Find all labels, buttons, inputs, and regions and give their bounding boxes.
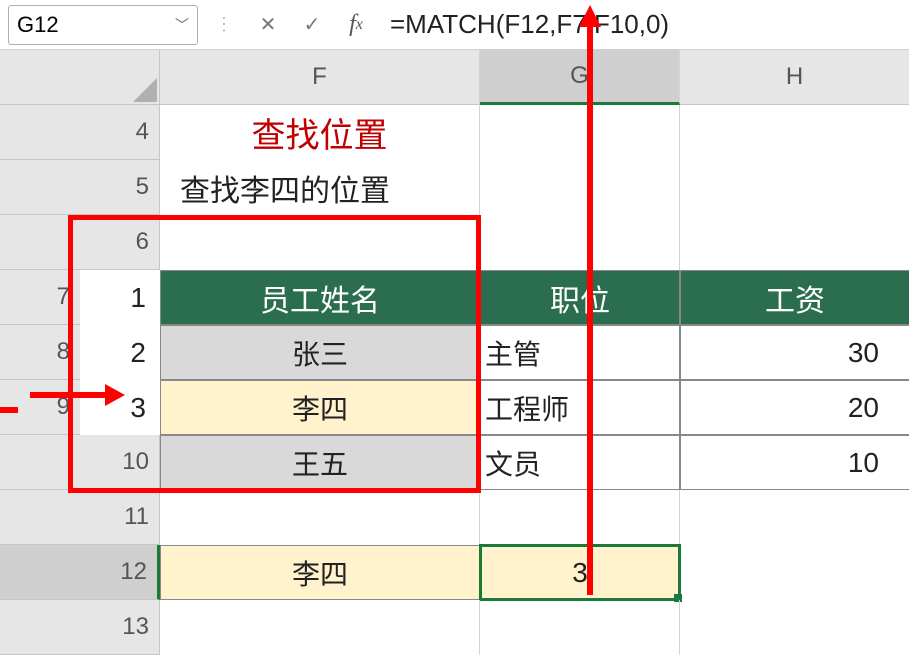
cell-H9[interactable]: 20 bbox=[680, 380, 909, 435]
cell-G9[interactable]: 工程师 bbox=[480, 380, 680, 435]
cell-H6[interactable] bbox=[680, 215, 909, 270]
cell-G13[interactable] bbox=[480, 600, 680, 655]
cell-F4[interactable]: 查找位置 bbox=[160, 105, 480, 160]
separator-icon: ⋮ bbox=[206, 7, 242, 43]
cell-F11[interactable] bbox=[160, 490, 480, 545]
col-header-H[interactable]: H bbox=[680, 50, 909, 105]
name-box[interactable]: G12 ﹀ bbox=[8, 5, 198, 45]
cell-H5[interactable] bbox=[680, 160, 909, 215]
aux-num-9[interactable]: 3 bbox=[80, 380, 160, 435]
row-header-13[interactable]: 13 bbox=[0, 600, 160, 655]
cell-F6[interactable] bbox=[160, 215, 480, 270]
row-header-11[interactable]: 11 bbox=[0, 490, 160, 545]
spreadsheet-grid[interactable]: F G H 4 查找位置 5 查找李四的位置 6 7 1 员工姓名 职位 工资 … bbox=[0, 50, 909, 655]
fx-icon[interactable]: fx bbox=[338, 7, 374, 43]
cell-G4[interactable] bbox=[480, 105, 680, 160]
row-header-7[interactable]: 7 bbox=[0, 270, 80, 325]
corner-triangle-icon bbox=[133, 78, 157, 102]
row-header-4[interactable]: 4 bbox=[0, 105, 160, 160]
cell-F5[interactable]: 查找李四的位置 bbox=[160, 160, 480, 215]
cell-H13[interactable] bbox=[680, 600, 909, 655]
header-position[interactable]: 职位 bbox=[480, 270, 680, 325]
col-header-G[interactable]: G bbox=[480, 50, 680, 105]
confirm-formula-icon[interactable]: ✓ bbox=[294, 7, 330, 43]
cell-G5[interactable] bbox=[480, 160, 680, 215]
aux-num-8[interactable]: 2 bbox=[80, 325, 160, 380]
row-header-12[interactable]: 12 bbox=[0, 545, 160, 600]
cell-G6[interactable] bbox=[480, 215, 680, 270]
subtitle: 查找李四的位置 bbox=[180, 166, 390, 210]
row-header-5[interactable]: 5 bbox=[0, 160, 160, 215]
cell-H11[interactable] bbox=[680, 490, 909, 545]
cell-ref: G12 bbox=[17, 12, 59, 38]
header-salary[interactable]: 工资 bbox=[680, 270, 909, 325]
cell-H10[interactable]: 10 bbox=[680, 435, 909, 490]
row-header-10[interactable]: 10 bbox=[0, 435, 160, 490]
formula-bar: G12 ﹀ ⋮ ✕ ✓ fx bbox=[0, 0, 909, 50]
cell-G8[interactable]: 主管 bbox=[480, 325, 680, 380]
cell-G12[interactable]: 3 bbox=[480, 545, 680, 600]
cell-H12[interactable] bbox=[680, 545, 909, 600]
cell-F8[interactable]: 张三 bbox=[160, 325, 480, 380]
row-header-8[interactable]: 8 bbox=[0, 325, 80, 380]
cell-G10[interactable]: 文员 bbox=[480, 435, 680, 490]
select-all-corner[interactable] bbox=[0, 50, 160, 105]
selection-box bbox=[479, 544, 681, 601]
row-header-9[interactable]: 9 bbox=[0, 380, 80, 435]
cell-F12[interactable]: 李四 bbox=[160, 545, 480, 600]
title: 查找位置 bbox=[252, 108, 388, 157]
cell-H8[interactable]: 30 bbox=[680, 325, 909, 380]
row-header-6[interactable]: 6 bbox=[0, 215, 160, 270]
cell-H4[interactable] bbox=[680, 105, 909, 160]
cell-F9[interactable]: 李四 bbox=[160, 380, 480, 435]
formula-input[interactable] bbox=[382, 5, 901, 45]
cell-G11[interactable] bbox=[480, 490, 680, 545]
cell-F13[interactable] bbox=[160, 600, 480, 655]
dropdown-caret-icon[interactable]: ﹀ bbox=[175, 15, 189, 35]
aux-num-7[interactable]: 1 bbox=[80, 270, 160, 325]
cancel-formula-icon[interactable]: ✕ bbox=[250, 7, 286, 43]
col-header-F[interactable]: F bbox=[160, 50, 480, 105]
cell-F10[interactable]: 王五 bbox=[160, 435, 480, 490]
header-name[interactable]: 员工姓名 bbox=[160, 270, 480, 325]
